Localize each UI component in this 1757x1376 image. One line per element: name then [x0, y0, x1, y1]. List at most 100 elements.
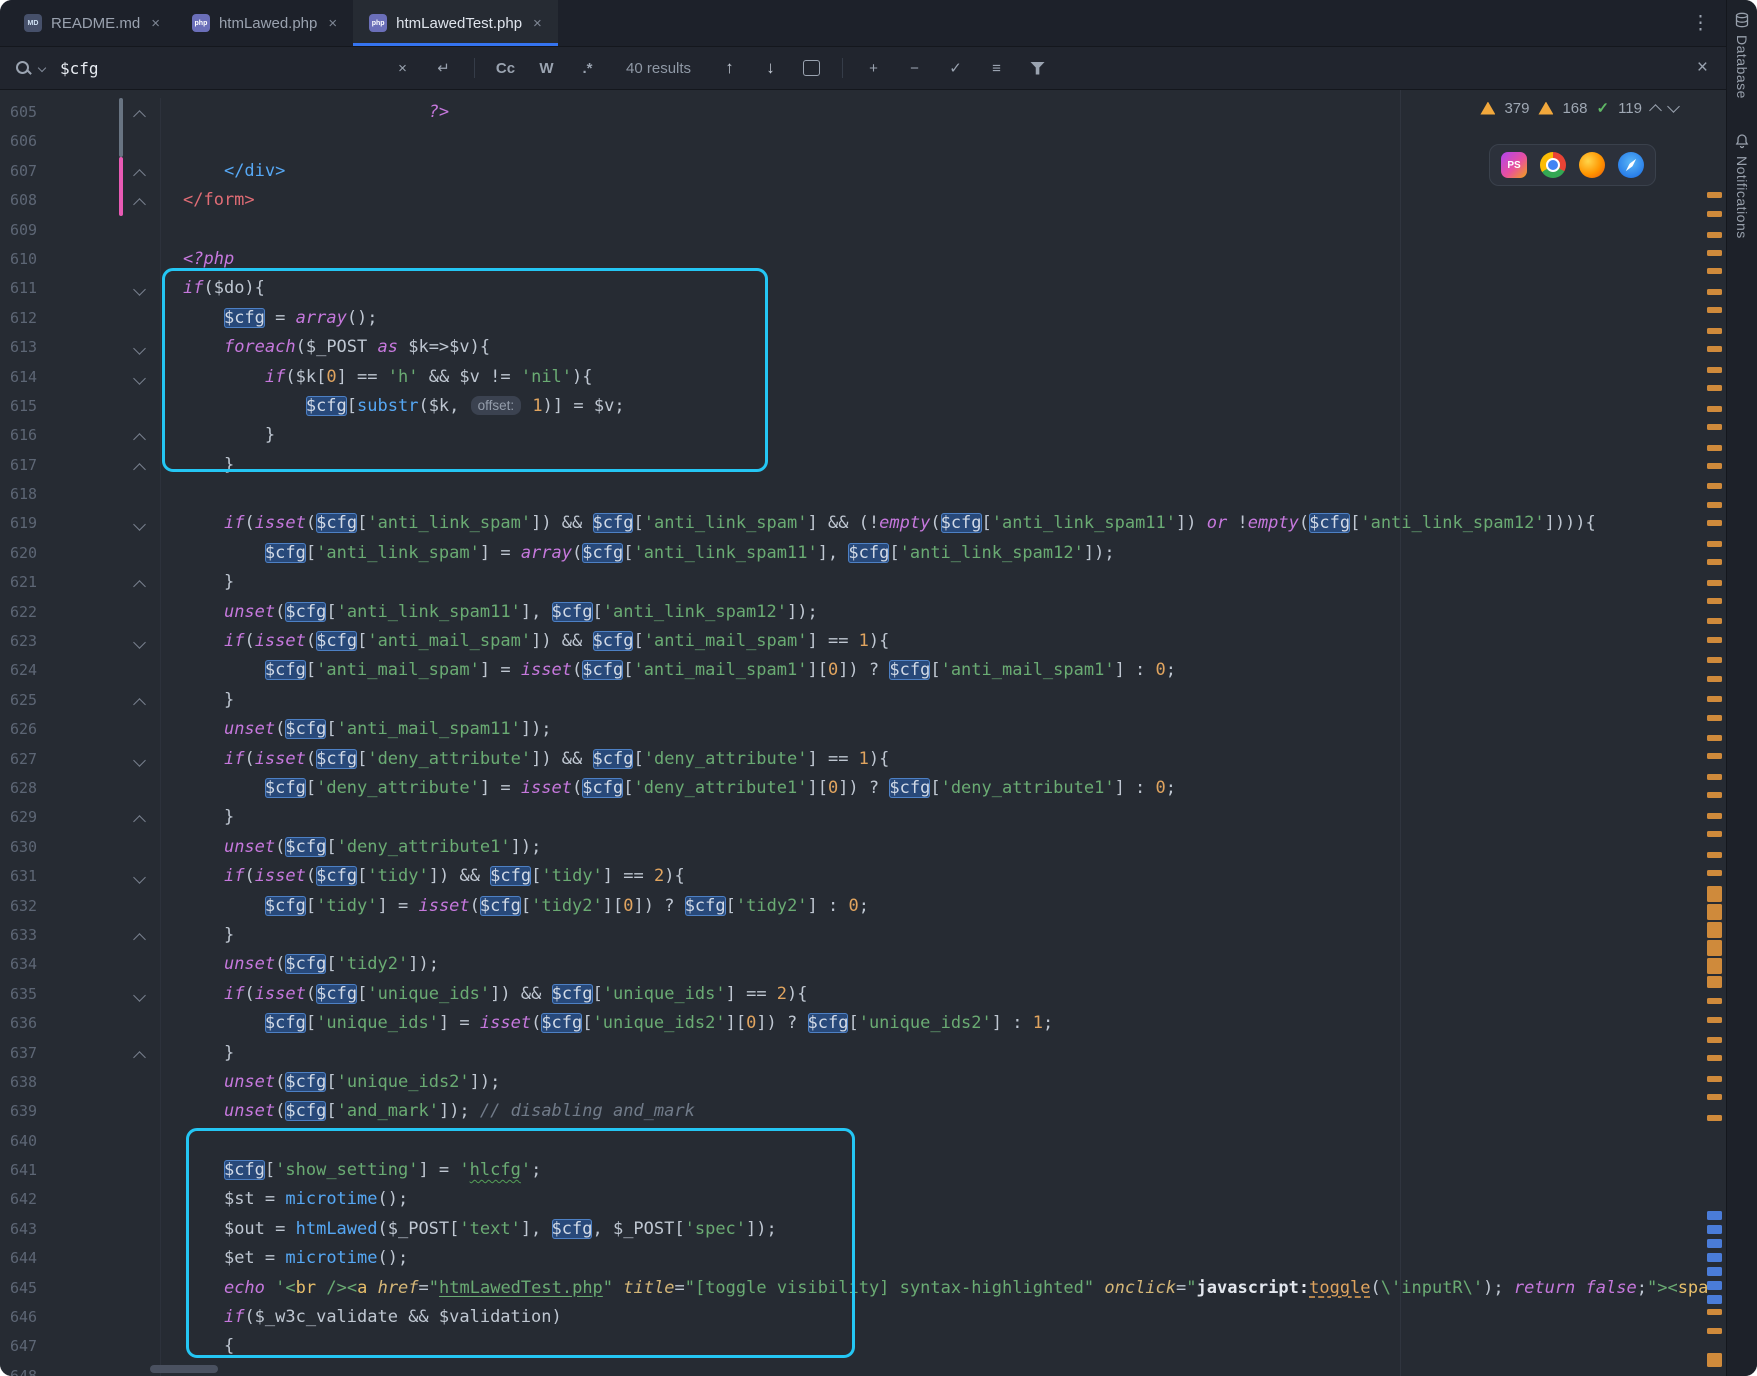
fold-icon[interactable]: [133, 198, 146, 211]
stripe-mark-warning[interactable]: [1707, 774, 1722, 780]
stripe-mark-warning[interactable]: [1707, 1094, 1722, 1100]
search-options-button[interactable]: ≡: [980, 55, 1013, 82]
stripe-mark-warning[interactable]: [1707, 792, 1722, 798]
fold-icon[interactable]: [133, 169, 146, 182]
search-icon[interactable]: [16, 61, 31, 76]
fold-icon[interactable]: [133, 933, 146, 946]
stripe-mark-info[interactable]: [1707, 1295, 1722, 1304]
stripe-mark-warning[interactable]: [1707, 870, 1722, 876]
add-selection-occurrence-button[interactable]: +: [857, 55, 890, 82]
next-occurrence-button[interactable]: ↓: [754, 55, 787, 82]
tab-htmlawedtest[interactable]: php htmLawedTest.php ×: [353, 0, 558, 46]
horizontal-scrollbar[interactable]: [150, 1365, 218, 1373]
passed-count[interactable]: 119: [1618, 100, 1642, 117]
stripe-mark-warning[interactable]: [1707, 328, 1722, 334]
close-tab-icon[interactable]: ×: [151, 15, 160, 32]
stripe-mark-warning[interactable]: [1707, 1328, 1722, 1334]
fold-icon[interactable]: [133, 463, 146, 476]
stripe-mark-warning[interactable]: [1707, 598, 1722, 604]
fold-icon[interactable]: [133, 871, 146, 884]
fold-icon[interactable]: [133, 580, 146, 593]
stripe-mark-warning[interactable]: [1707, 520, 1722, 526]
fold-icon[interactable]: [133, 519, 146, 532]
stripe-mark-warning[interactable]: [1707, 192, 1722, 198]
tab-readme[interactable]: MD README.md ×: [8, 0, 176, 46]
clear-search-icon[interactable]: ×: [386, 55, 419, 82]
stripe-mark-warning[interactable]: [1707, 904, 1722, 920]
safari-icon[interactable]: [1618, 152, 1644, 178]
stripe-mark-warning[interactable]: [1707, 1115, 1722, 1121]
stripe-mark-warning[interactable]: [1707, 268, 1722, 274]
stripe-mark-warning[interactable]: [1707, 232, 1722, 238]
stripe-mark-warning[interactable]: [1707, 1076, 1722, 1082]
whole-words-toggle[interactable]: W: [530, 55, 563, 82]
stripe-mark-info[interactable]: [1707, 1253, 1722, 1262]
stripe-mark-warning[interactable]: [1707, 1353, 1722, 1367]
stripe-mark-warning[interactable]: [1707, 940, 1722, 956]
warning-count[interactable]: 379: [1504, 100, 1529, 117]
select-all-occurrences-button[interactable]: ✓: [939, 55, 972, 82]
more-options-icon[interactable]: ⋮: [1675, 12, 1726, 35]
tab-htmlawed[interactable]: php htmLawed.php ×: [176, 0, 353, 46]
firefox-icon[interactable]: [1579, 152, 1605, 178]
stripe-mark-warning[interactable]: [1707, 211, 1722, 217]
stripe-mark-warning[interactable]: [1707, 813, 1722, 819]
close-tab-icon[interactable]: ×: [328, 15, 337, 32]
stripe-mark-info[interactable]: [1707, 1281, 1722, 1290]
stripe-mark-warning[interactable]: [1707, 618, 1722, 624]
search-input[interactable]: $cfg: [60, 59, 378, 78]
stripe-mark-info[interactable]: [1707, 1225, 1722, 1234]
fold-icon[interactable]: [133, 283, 146, 296]
weak-warning-count[interactable]: 168: [1562, 100, 1587, 117]
stripe-mark-warning[interactable]: [1707, 445, 1722, 451]
match-case-toggle[interactable]: Cc: [489, 55, 522, 82]
stripe-mark-warning[interactable]: [1707, 1017, 1722, 1023]
stripe-mark-info[interactable]: [1707, 1267, 1722, 1276]
fold-icon[interactable]: [133, 636, 146, 649]
stripe-mark-warning[interactable]: [1707, 289, 1722, 295]
phpstorm-preview-icon[interactable]: PS: [1501, 152, 1527, 178]
stripe-mark-warning[interactable]: [1707, 483, 1722, 489]
stripe-mark-warning[interactable]: [1707, 976, 1722, 988]
fold-icon[interactable]: [133, 698, 146, 711]
stripe-mark-warning[interactable]: [1707, 998, 1722, 1004]
stripe-mark-warning[interactable]: [1707, 1055, 1722, 1061]
fold-icon[interactable]: [133, 433, 146, 446]
stripe-mark-warning[interactable]: [1707, 637, 1722, 643]
stripe-mark-warning[interactable]: [1707, 307, 1722, 313]
stripe-mark-warning[interactable]: [1707, 367, 1722, 373]
stripe-mark-warning[interactable]: [1707, 1037, 1722, 1043]
fold-icon[interactable]: [133, 816, 146, 829]
remove-selection-occurrence-button[interactable]: −: [898, 55, 931, 82]
fold-icon[interactable]: [133, 989, 146, 1002]
regex-toggle[interactable]: .*: [571, 55, 604, 82]
open-in-find-window-button[interactable]: [795, 55, 828, 82]
stripe-mark-warning[interactable]: [1707, 852, 1722, 858]
previous-problem-chevron-icon[interactable]: [1649, 104, 1662, 117]
vcs-change-bar[interactable]: [119, 157, 123, 216]
stripe-mark-warning[interactable]: [1707, 715, 1722, 721]
error-stripe[interactable]: [1704, 90, 1726, 1376]
notifications-tool-button[interactable]: Notifications: [1734, 133, 1750, 239]
close-tab-icon[interactable]: ×: [533, 15, 542, 32]
stripe-mark-warning[interactable]: [1707, 346, 1722, 352]
stripe-mark-warning[interactable]: [1707, 385, 1722, 391]
fold-icon[interactable]: [133, 372, 146, 385]
stripe-mark-info[interactable]: [1707, 1239, 1722, 1248]
chrome-icon[interactable]: [1540, 152, 1566, 178]
fold-icon[interactable]: [133, 342, 146, 355]
inspections-widget[interactable]: 379 168 ✓ 119: [1480, 99, 1678, 117]
database-tool-button[interactable]: Database: [1734, 12, 1750, 99]
stripe-mark-info[interactable]: [1707, 1211, 1722, 1220]
stripe-mark-warning[interactable]: [1707, 735, 1722, 741]
fold-icon[interactable]: [133, 110, 146, 123]
multiline-toggle-icon[interactable]: ↵: [427, 55, 460, 82]
vcs-change-bar[interactable]: [119, 98, 123, 157]
previous-occurrence-button[interactable]: ↑: [713, 55, 746, 82]
close-find-bar-icon[interactable]: ×: [1697, 57, 1710, 79]
stripe-mark-warning[interactable]: [1707, 676, 1722, 682]
stripe-mark-warning[interactable]: [1707, 559, 1722, 565]
code-editor[interactable]: 605 ?>606607 </div>608</form>609610<?php…: [0, 90, 1726, 1376]
fold-icon[interactable]: [133, 754, 146, 767]
stripe-mark-warning[interactable]: [1707, 831, 1722, 837]
